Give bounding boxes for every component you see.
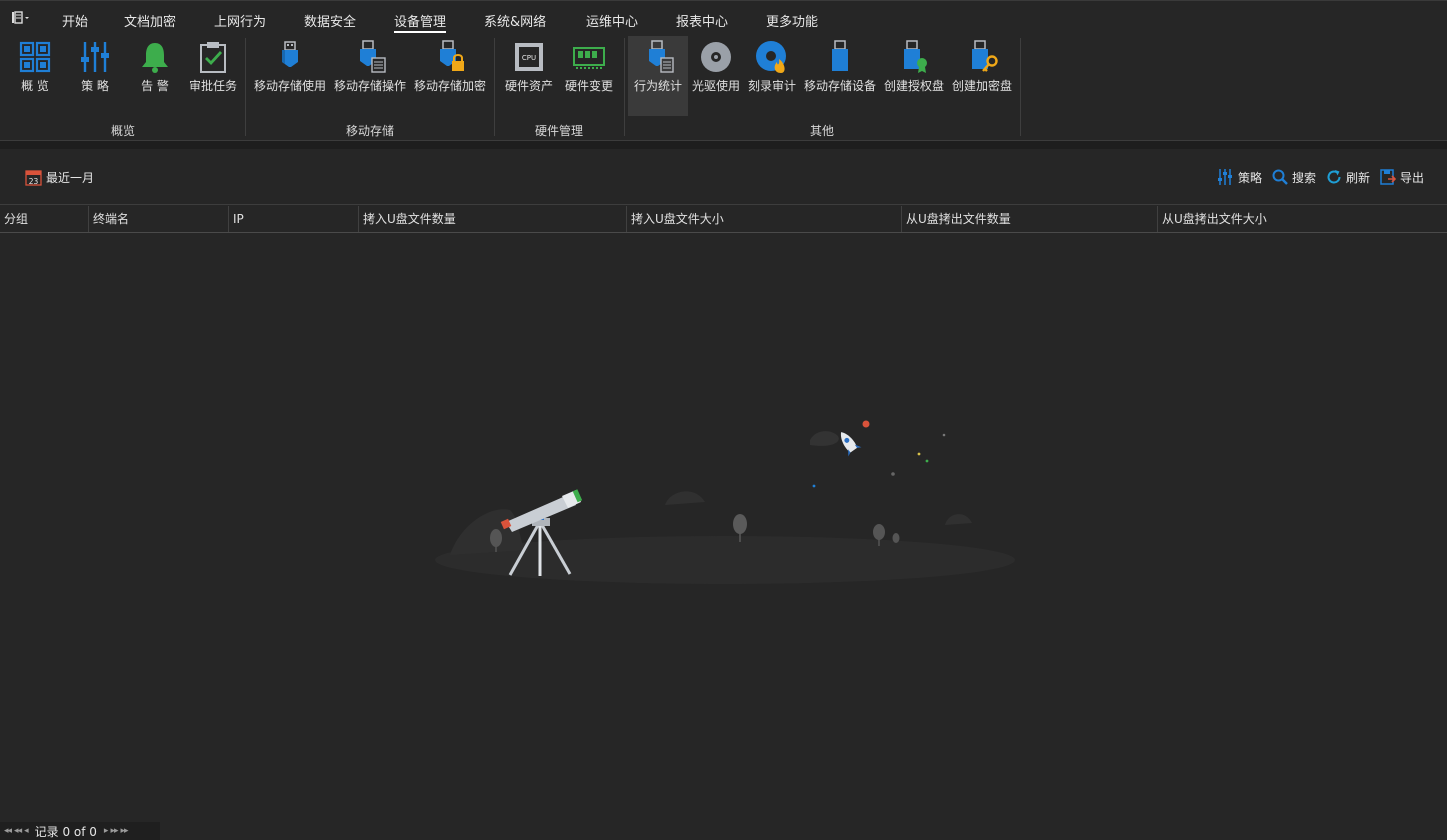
last-page-icon[interactable]: ▸▸ [120, 826, 128, 836]
column-header-ip[interactable]: IP [228, 206, 358, 232]
hardware-changes-label: 硬件变更 [564, 79, 613, 93]
tab-system-network[interactable]: 系统&网络 [484, 11, 546, 33]
first-page-icon[interactable]: ◂◂ [4, 826, 12, 836]
burn-audit-button[interactable]: 刻录审计 [744, 36, 800, 116]
empty-state-illustration [435, 420, 1015, 584]
approval-task-label: 审批任务 [188, 79, 237, 93]
memory-module-icon [573, 47, 605, 69]
ribbon-divider [0, 141, 1447, 149]
create-encrypted-disk-label: 创建加密盘 [951, 79, 1012, 93]
sliders-icon [81, 42, 109, 72]
date-range-label: 最近一月 [46, 170, 95, 185]
bell-icon [142, 43, 168, 73]
ribbon: 概 览 策 略 告 警 审批任务 概览 移动存储使用 移动存储操作 移动存储加密… [0, 36, 1447, 141]
removable-storage-encryption-label: 移动存储加密 [413, 79, 486, 93]
tab-more-features[interactable]: 更多功能 [766, 11, 818, 33]
table-header: 分组 终端名 IP 拷入U盘文件数量 拷入U盘文件大小 从U盘拷出文件数量 从U… [0, 206, 1447, 233]
usb-certificate-icon [904, 40, 927, 73]
column-header-copy-in-count[interactable]: 拷入U盘文件数量 [358, 206, 626, 232]
next-block-icon[interactable]: ▸▸ [110, 826, 118, 836]
next-page-icon[interactable]: ▸ [104, 826, 108, 836]
usb-device-icon [832, 40, 848, 71]
group-label-removable-storage: 移动存储 [345, 124, 394, 138]
column-header-copy-out-count[interactable]: 从U盘拷出文件数量 [901, 206, 1157, 232]
removable-storage-operation-label: 移动存储操作 [333, 79, 406, 93]
policy-sliders-icon [1218, 169, 1232, 185]
column-header-copy-in-size[interactable]: 拷入U盘文件大小 [626, 206, 901, 232]
disc-burn-icon [756, 41, 786, 73]
removable-storage-encryption-button[interactable]: 移动存储加密 [412, 36, 488, 116]
export-button[interactable]: 导出 [1380, 167, 1424, 187]
refresh-button[interactable]: 刷新 [1326, 167, 1370, 187]
usb-stats-icon [649, 40, 674, 73]
tab-doc-encryption[interactable]: 文档加密 [124, 11, 176, 33]
refresh-label: 刷新 [1346, 170, 1371, 185]
tab-start[interactable]: 开始 [62, 11, 88, 33]
create-encrypted-disk-button[interactable]: 创建加密盘 [950, 36, 1014, 116]
create-authorized-disk-button[interactable]: 创建授权盘 [882, 36, 946, 116]
prev-block-icon[interactable]: ◂◂ [14, 826, 22, 836]
group-separator [1020, 38, 1021, 136]
overview-label: 概 览 [21, 79, 49, 93]
usb-drive-icon [282, 41, 298, 67]
hardware-assets-label: 硬件资产 [504, 79, 553, 93]
group-label-overview: 概览 [110, 124, 135, 138]
tab-web-behavior[interactable]: 上网行为 [214, 11, 266, 33]
search-button[interactable]: 搜索 [1272, 167, 1316, 187]
group-label-other: 其他 [809, 124, 834, 138]
app-menu-icon[interactable] [10, 10, 36, 30]
usb-drive-lock-icon [440, 40, 464, 71]
behavior-statistics-label: 行为统计 [633, 79, 682, 93]
tab-report-center[interactable]: 报表中心 [676, 11, 728, 33]
approval-task-button[interactable]: 审批任务 [186, 36, 240, 116]
pager: ◂◂ ◂◂ ◂ 记录 0 of 0 ▸ ▸▸ ▸▸ [0, 822, 160, 840]
usb-drive-log-icon [360, 40, 386, 73]
hardware-assets-button[interactable]: CPU 硬件资产 [500, 36, 558, 116]
record-count: 记录 0 of 0 [34, 824, 97, 839]
cpu-chip-icon: CPU [515, 43, 543, 71]
create-authorized-disk-label: 创建授权盘 [883, 79, 944, 93]
policy-ribbon-label: 策 略 [81, 79, 109, 93]
burn-audit-label: 刻录审计 [747, 79, 796, 93]
prev-page-icon[interactable]: ◂ [24, 826, 28, 836]
alarm-label: 告 警 [141, 79, 169, 93]
group-label-hardware: 硬件管理 [534, 124, 583, 138]
removable-storage-device-label: 移动存储设备 [803, 79, 876, 93]
optical-drive-usage-button[interactable]: 光驱使用 [690, 36, 742, 116]
behavior-statistics-button[interactable]: 行为统计 [628, 36, 688, 116]
overview-button[interactable]: 概 览 [8, 36, 62, 116]
toolbar: 23 最近一月 策略 搜索 刷新 导出 [0, 149, 1447, 205]
search-label: 搜索 [1292, 170, 1317, 185]
disc-icon [701, 42, 731, 72]
export-icon [1380, 169, 1396, 185]
policy-ribbon-button[interactable]: 策 略 [68, 36, 122, 116]
removable-storage-usage-label: 移动存储使用 [253, 79, 326, 93]
rocket-illustration [840, 432, 862, 457]
column-header-terminal-name[interactable]: 终端名 [88, 206, 228, 232]
optical-drive-usage-label: 光驱使用 [691, 79, 740, 93]
usb-key-icon [972, 40, 998, 72]
menu-bar: 开始 文档加密 上网行为 数据安全 设备管理 系统&网络 运维中心 报表中心 更… [0, 0, 1447, 36]
search-icon [1272, 169, 1288, 185]
removable-storage-device-button[interactable]: 移动存储设备 [802, 36, 878, 116]
policy-label: 策略 [1238, 170, 1263, 185]
policy-button[interactable]: 策略 [1216, 167, 1262, 187]
clipboard-check-icon [200, 42, 226, 73]
tab-device-management[interactable]: 设备管理 [394, 11, 447, 33]
calendar-icon: 23 [25, 169, 42, 186]
refresh-icon [1327, 170, 1341, 184]
date-range-selector[interactable]: 23 最近一月 [25, 167, 94, 187]
calendar-day: 23 [29, 177, 39, 186]
hardware-changes-button[interactable]: 硬件变更 [560, 36, 618, 116]
svg-text:CPU: CPU [522, 54, 536, 62]
alarm-button[interactable]: 告 警 [128, 36, 182, 116]
tab-ops-center[interactable]: 运维中心 [586, 11, 638, 33]
tab-data-security[interactable]: 数据安全 [304, 11, 356, 33]
removable-storage-operation-button[interactable]: 移动存储操作 [332, 36, 408, 116]
column-header-group[interactable]: 分组 [0, 206, 88, 232]
export-label: 导出 [1400, 170, 1425, 185]
column-header-copy-out-size[interactable]: 从U盘拷出文件大小 [1157, 206, 1447, 232]
removable-storage-usage-button[interactable]: 移动存储使用 [252, 36, 328, 116]
overview-grid-icon [19, 41, 51, 73]
